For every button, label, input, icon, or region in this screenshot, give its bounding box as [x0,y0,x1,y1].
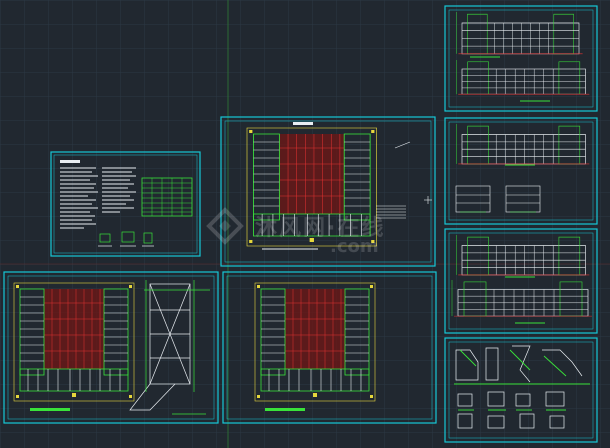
notes-title [60,160,80,163]
floor-plan-1-title [30,408,70,411]
site-plan-top-label [293,122,313,125]
floor-plan-2-title [265,408,305,411]
cad-drawing-canvas[interactable] [0,0,610,448]
